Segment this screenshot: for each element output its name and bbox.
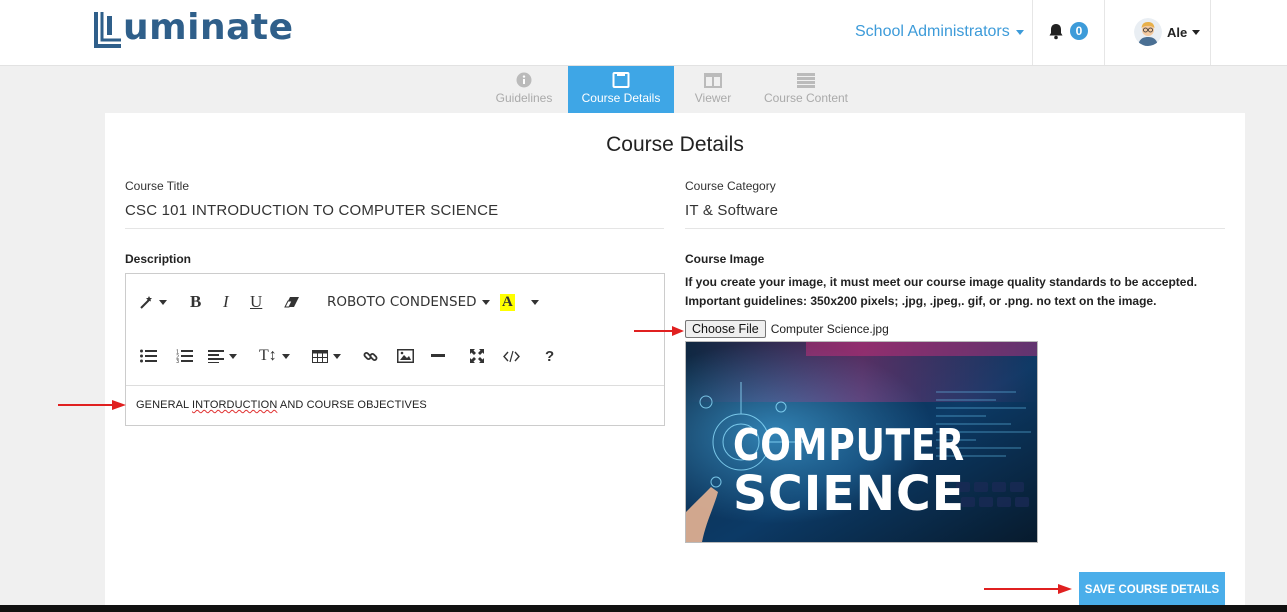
- bell-icon: [1049, 24, 1063, 40]
- paragraph-align-dropdown[interactable]: [208, 346, 237, 366]
- insert-image-button[interactable]: [397, 346, 414, 366]
- course-tabs: Guidelines Course Details Viewer Course …: [480, 66, 860, 113]
- selected-file-name: Computer Science.jpg: [770, 322, 889, 336]
- clear-format-button[interactable]: [284, 292, 300, 312]
- highlight-icon: A: [500, 293, 515, 311]
- course-image-label: Course Image: [685, 252, 765, 266]
- course-details-card: Course Details Course Title CSC 101 INTR…: [105, 113, 1245, 612]
- svg-text:3: 3: [176, 359, 179, 363]
- code-view-button[interactable]: [503, 346, 520, 366]
- table-icon: [312, 349, 328, 363]
- save-course-details-button[interactable]: SAVE COURSE DETAILS: [1079, 572, 1225, 607]
- editor-toolbar: B I U ROBOTO CONDENSED A 1 2 3 T↕ ?: [126, 274, 664, 386]
- description-editor: B I U ROBOTO CONDENSED A 1 2 3 T↕ ? GENE…: [125, 273, 665, 426]
- navbar-divider: [1104, 0, 1105, 65]
- annotation-arrow-icon: [984, 584, 1072, 594]
- font-size-dropdown[interactable]: T↕: [259, 346, 290, 366]
- tab-guidelines[interactable]: Guidelines: [480, 66, 568, 113]
- font-name-label: ROBOTO CONDENSED: [327, 294, 477, 310]
- user-name: Ale: [1167, 24, 1188, 40]
- navbar-divider: [1210, 0, 1211, 65]
- help-button[interactable]: ?: [545, 346, 554, 366]
- tab-course-details[interactable]: Course Details: [568, 66, 674, 113]
- picture-icon: [397, 349, 414, 363]
- role-dropdown[interactable]: School Administrators: [855, 23, 1024, 41]
- text-color-dropdown[interactable]: A: [500, 292, 539, 312]
- underline-button[interactable]: U: [250, 292, 262, 312]
- chevron-down-icon: [1192, 29, 1201, 35]
- annotation-arrow-icon: [58, 400, 126, 410]
- logo-mark-icon: [94, 12, 121, 48]
- chevron-down-icon: [1015, 29, 1024, 35]
- expand-icon: [470, 349, 484, 363]
- course-category-select[interactable]: IT & Software: [685, 202, 1225, 229]
- tab-label: Course Details: [581, 91, 661, 105]
- editor-content[interactable]: GENERAL INTORDUCTION AND COURSE OBJECTIV…: [136, 399, 427, 411]
- screen-bottom-edge: [0, 605, 1287, 612]
- editor-text: GENERAL: [136, 399, 193, 411]
- tab-viewer[interactable]: Viewer: [674, 66, 752, 113]
- misspelled-word: INTORDUCTION: [192, 399, 278, 411]
- tab-label: Viewer: [694, 91, 732, 105]
- navbar-divider: [1032, 0, 1033, 65]
- link-icon: [363, 351, 378, 361]
- page-title: Course Details: [606, 133, 744, 156]
- course-image-preview: COMPUTER SCIENCE: [685, 341, 1038, 543]
- course-title-label: Course Title: [125, 179, 190, 193]
- editor-text: AND COURSE OBJECTIVES: [277, 399, 427, 411]
- logo-text: uminate: [123, 7, 294, 48]
- font-family-dropdown[interactable]: ROBOTO CONDENSED: [327, 292, 490, 312]
- image-guidelines-text: If you create your image, it must meet o…: [685, 275, 1198, 308]
- bold-button[interactable]: B: [190, 292, 201, 312]
- text-height-icon: T↕: [259, 347, 277, 364]
- columns-icon: [704, 73, 722, 88]
- clipboard-icon: [612, 72, 630, 88]
- computer-science-image: COMPUTER SCIENCE: [686, 342, 1037, 542]
- horizontal-rule-icon: [431, 354, 445, 357]
- tab-label: Course Content: [763, 91, 849, 105]
- image-text-line1: COMPUTER: [733, 420, 965, 471]
- magic-wand-icon: [140, 296, 152, 309]
- insert-link-button[interactable]: [363, 346, 378, 366]
- numbered-list-icon: 1 2 3: [176, 350, 193, 363]
- horizontal-rule-button[interactable]: [431, 346, 445, 366]
- role-label: School Administrators: [855, 23, 1010, 40]
- annotation-arrow-icon: [634, 326, 684, 336]
- code-icon: [503, 350, 520, 362]
- eraser-icon: [284, 297, 299, 308]
- image-text-line2: SCIENCE: [733, 466, 965, 522]
- list-icon: [797, 73, 815, 88]
- insert-table-dropdown[interactable]: [312, 346, 341, 366]
- user-menu[interactable]: Ale: [1134, 18, 1201, 46]
- choose-file-button[interactable]: Choose File: [685, 320, 766, 338]
- course-category-label: Course Category: [685, 179, 776, 193]
- notification-count-badge: 0: [1070, 22, 1088, 40]
- italic-button[interactable]: I: [223, 292, 229, 312]
- style-dropdown[interactable]: [140, 292, 167, 312]
- avatar: [1134, 18, 1162, 46]
- ordered-list-button[interactable]: 1 2 3: [176, 346, 193, 366]
- top-navbar: uminate School Administrators 0 Ale: [0, 0, 1287, 66]
- align-left-icon: [208, 349, 224, 363]
- unordered-list-button[interactable]: [140, 346, 157, 366]
- description-label: Description: [125, 252, 192, 266]
- tab-label: Guidelines: [495, 91, 553, 105]
- file-upload: Choose File Computer Science.jpg: [685, 320, 889, 338]
- notifications-button[interactable]: 0: [1047, 22, 1088, 40]
- tab-course-content[interactable]: Course Content: [752, 66, 860, 113]
- course-title-field[interactable]: CSC 101 INTRODUCTION TO COMPUTER SCIENCE: [125, 202, 664, 229]
- luminate-logo[interactable]: uminate: [94, 4, 294, 48]
- bullet-list-icon: [140, 349, 157, 363]
- fullscreen-button[interactable]: [470, 346, 484, 366]
- info-icon: [516, 72, 532, 88]
